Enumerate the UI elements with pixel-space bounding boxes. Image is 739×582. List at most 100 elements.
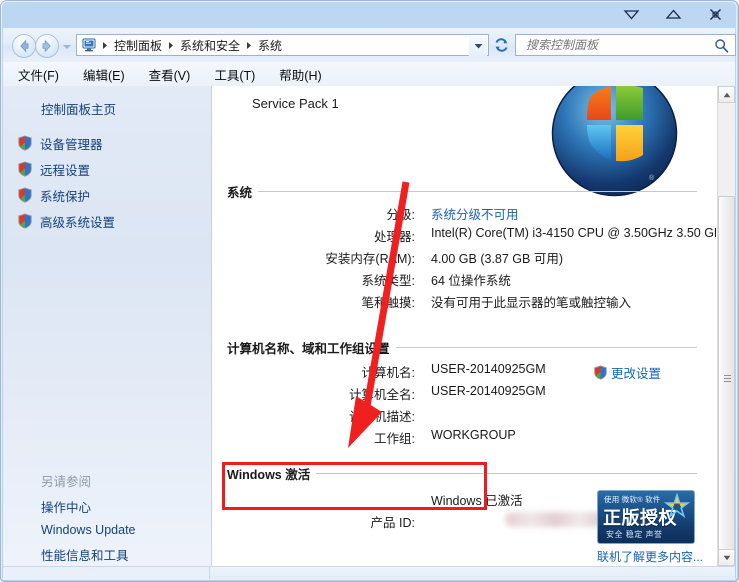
row-value-pen-touch: 没有可用于此显示器的笔或触控输入 <box>431 296 632 310</box>
search-box[interactable] <box>515 34 736 56</box>
see-also-list: 操作中心 Windows Update 性能信息和工具 <box>3 494 212 566</box>
sidebar-item-label: 系统保护 <box>40 189 91 204</box>
table-row: 安装内存(RAM): 4.00 GB (3.87 GB 可用) <box>213 248 716 269</box>
breadcrumb-address-field[interactable]: 控制面板 系统和安全 系统 <box>76 34 489 56</box>
scrollbar-thumb[interactable] <box>718 196 735 561</box>
sidebar-item-label: 高级系统设置 <box>40 215 116 230</box>
window-controls <box>618 3 728 25</box>
badge-line-3: 安全 稳定 声誉 <box>606 530 663 539</box>
row-value-system-type: 64 位操作系统 <box>431 274 511 288</box>
status-bar-pane <box>3 567 210 579</box>
sidebar-item-control-panel-home[interactable]: 控制面板主页 <box>41 99 116 118</box>
caret-up-icon <box>723 92 730 97</box>
change-settings-label: 更改设置 <box>611 367 662 381</box>
menu-view[interactable]: 查看(V) <box>148 63 192 86</box>
search-input[interactable] <box>524 37 712 53</box>
row-value-full-computer-name: USER-20140925GM <box>431 384 546 398</box>
forward-button[interactable] <box>35 34 59 58</box>
title-bar[interactable] <box>2 2 736 28</box>
section-rule <box>395 347 697 348</box>
breadcrumb-item-2[interactable]: 系统 <box>255 37 285 54</box>
service-pack-label: Service Pack 1 <box>252 96 339 111</box>
breadcrumb-item-1[interactable]: 系统和安全 <box>177 37 243 54</box>
menu-help[interactable]: 帮助(H) <box>278 63 322 86</box>
sidebar-item-label: 设备管理器 <box>40 137 103 152</box>
table-row: 工作组: WORKGROUP <box>213 428 716 449</box>
minimize-icon[interactable] <box>618 4 644 24</box>
menu-file[interactable]: 文件(F) <box>17 63 60 86</box>
shield-icon <box>594 365 607 380</box>
section-title: Windows 激活 <box>227 468 311 482</box>
section-title: 系统 <box>227 186 253 200</box>
row-key: 安装内存(RAM): <box>325 252 415 266</box>
table-row: 计算机全名: USER-20140925GM <box>213 384 716 405</box>
body-area: 控制面板主页 设备管理器 远程设置 系统保护 高级系统设置 另请参阅 操作中心 … <box>3 86 735 566</box>
sidebar-task-list: 设备管理器 远程设置 系统保护 高级系统设置 <box>3 130 212 234</box>
section-rule <box>316 473 697 474</box>
search-icon[interactable] <box>714 38 729 58</box>
row-key: 计算机描述: <box>349 410 415 424</box>
sidebar: 控制面板主页 设备管理器 远程设置 系统保护 高级系统设置 另请参阅 操作中心 … <box>3 86 212 566</box>
scrollbar-grip <box>724 374 731 383</box>
sidebar-item-remote-settings[interactable]: 远程设置 <box>3 156 212 182</box>
row-key: 笔和触摸: <box>361 296 415 310</box>
section-header-windows-activation: Windows 激活 <box>227 464 697 483</box>
table-row: 计算机描述: <box>213 406 716 427</box>
back-button[interactable] <box>12 34 36 58</box>
status-bar <box>3 566 735 579</box>
row-key: 系统类型: <box>361 274 415 288</box>
genuine-microsoft-badge: 使用 微软® 软件 正版授权 安全 稳定 声誉 <box>597 490 695 544</box>
section-header-computer-name: 计算机名称、域和工作组设置 <box>227 338 697 357</box>
caret-down-icon <box>723 555 730 560</box>
menu-tools[interactable]: 工具(T) <box>213 63 256 86</box>
shield-icon <box>18 213 32 229</box>
windows-7-logo: ® <box>551 86 678 197</box>
svg-text:®: ® <box>649 174 655 182</box>
breadcrumb-item-0[interactable]: 控制面板 <box>111 37 165 54</box>
breadcrumb-separator <box>243 38 255 52</box>
sidebar-item-performance-info[interactable]: 性能信息和工具 <box>3 542 212 566</box>
table-row: 系统类型: 64 位操作系统 <box>213 270 716 291</box>
close-icon[interactable] <box>702 4 728 24</box>
breadcrumb-separator <box>99 38 111 52</box>
sidebar-item-windows-update[interactable]: Windows Update <box>3 518 212 542</box>
row-key: 处理器: <box>374 230 415 244</box>
refresh-icon <box>495 38 507 52</box>
sidebar-item-action-center[interactable]: 操作中心 <box>3 494 212 518</box>
sidebar-item-device-manager[interactable]: 设备管理器 <box>3 130 212 156</box>
table-row: 处理器: Intel(R) Core(TM) i3-4150 CPU @ 3.5… <box>213 226 716 247</box>
shield-icon <box>18 161 32 177</box>
sidebar-item-system-protection[interactable]: 系统保护 <box>3 182 212 208</box>
breadcrumb-separator <box>165 38 177 52</box>
row-value-computer-name: USER-20140925GM <box>431 362 546 376</box>
history-dropdown-icon[interactable] <box>63 45 71 49</box>
change-settings-link[interactable]: 更改设置 <box>593 363 661 382</box>
system-properties-window: 控制面板 系统和安全 系统 搜索控制面板 文件(F) 编辑(E) 查看(V) 工… <box>0 0 739 582</box>
refresh-button[interactable] <box>490 35 512 55</box>
learn-more-online-link[interactable]: 联机了解更多内容... <box>597 548 703 565</box>
row-key: 产品 ID: <box>370 516 415 530</box>
menu-edit[interactable]: 编辑(E) <box>82 63 126 86</box>
scroll-up-button[interactable] <box>718 86 735 103</box>
scroll-down-button[interactable] <box>718 549 735 566</box>
shield-icon <box>18 135 32 151</box>
section-header-system: 系统 <box>227 182 697 201</box>
row-key: 分级: <box>386 208 415 222</box>
address-dropdown-icon[interactable] <box>469 36 487 56</box>
section-rule <box>258 191 697 192</box>
activation-status-text: Windows 已激活 <box>431 494 523 508</box>
row-value-workgroup: WORKGROUP <box>431 428 516 442</box>
row-value-rating-link[interactable]: 系统分级不可用 <box>431 204 519 223</box>
vertical-scrollbar[interactable] <box>717 86 735 566</box>
row-value-processor: Intel(R) Core(TM) i3-4150 CPU @ 3.50GHz … <box>431 226 716 240</box>
sidebar-item-label: 远程设置 <box>40 163 91 178</box>
shield-icon <box>18 187 32 203</box>
row-key: 计算机全名: <box>349 388 415 402</box>
sidebar-item-advanced-system-settings[interactable]: 高级系统设置 <box>3 208 212 234</box>
maximize-icon[interactable] <box>660 4 686 24</box>
section-title: 计算机名称、域和工作组设置 <box>227 342 390 356</box>
star-icon <box>663 492 691 519</box>
address-bar: 控制面板 系统和安全 系统 <box>3 28 736 62</box>
see-also-heading: 另请参阅 <box>41 475 92 489</box>
menu-bar: 文件(F) 编辑(E) 查看(V) 工具(T) 帮助(H) <box>3 62 735 86</box>
